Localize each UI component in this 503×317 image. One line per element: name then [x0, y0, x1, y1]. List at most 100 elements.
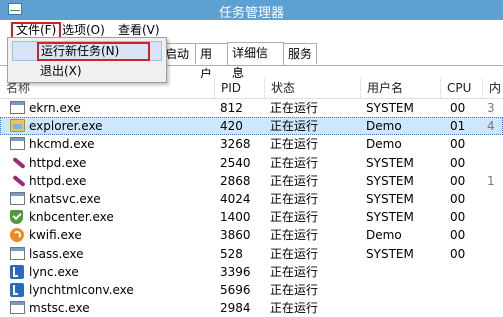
process-name: mstsc.exe	[29, 301, 90, 316]
window-icon	[10, 101, 25, 114]
process-user: SYSTEM	[366, 246, 414, 261]
table-row[interactable]: lsass.exe 528 正在运行 SYSTEM 00	[0, 245, 503, 263]
table-row[interactable]: httpd.exe 2540 正在运行 SYSTEM 00	[0, 154, 503, 172]
table-row[interactable]: hkcmd.exe 3268 正在运行 Demo 00	[0, 135, 503, 153]
process-user: SYSTEM	[366, 173, 414, 188]
process-user: Demo	[366, 119, 402, 134]
process-list: ekrn.exe 812 正在运行 SYSTEM 00 3 explorer.exe 420 正…	[0, 99, 503, 317]
process-cpu: 00	[450, 246, 466, 261]
process-pid: 3860	[220, 228, 251, 243]
process-pid: 528	[220, 246, 243, 261]
process-cpu: 01	[450, 119, 466, 134]
process-pid: 2868	[220, 173, 251, 188]
process-pid: 1400	[220, 210, 251, 225]
process-cpu: 00	[450, 137, 466, 152]
tab-users[interactable]: 用户	[195, 43, 228, 81]
window-icon	[10, 191, 25, 205]
process-cpu	[450, 281, 482, 299]
process-status: 正在运行	[270, 155, 319, 170]
table-row[interactable]: knatsvc.exe 4024 正在运行 SYSTEM 00	[0, 190, 503, 208]
process-user	[366, 299, 440, 317]
process-name: lynchtmlconv.exe	[29, 282, 134, 297]
process-name: ekrn.exe	[29, 101, 81, 115]
table-row[interactable]: lynchtmlconv.exe 5696 正在运行	[0, 281, 503, 299]
process-name: lsass.exe	[29, 246, 84, 261]
process-pid: 2540	[220, 155, 251, 170]
process-cpu	[450, 299, 482, 317]
process-memory	[487, 190, 503, 208]
apache-feather-icon	[10, 156, 24, 170]
wifi-icon	[10, 228, 24, 243]
process-pid: 812	[220, 101, 243, 115]
process-cpu	[450, 263, 482, 281]
process-status: 正在运行	[270, 173, 319, 188]
process-status: 正在运行	[270, 282, 319, 297]
lync-icon	[10, 282, 24, 297]
process-pid: 4024	[220, 191, 251, 206]
column-header-user[interactable]: 用户名	[360, 78, 440, 98]
process-user: SYSTEM	[366, 101, 414, 115]
process-pid: 420	[220, 119, 243, 134]
process-status: 正在运行	[270, 301, 319, 316]
process-status: 正在运行	[270, 264, 319, 279]
window-icon	[10, 137, 25, 151]
process-name: hkcmd.exe	[29, 137, 95, 152]
process-pid: 5696	[220, 282, 251, 297]
menu-item-run-new-task[interactable]: 运行新任务(N)	[12, 41, 162, 61]
process-pid: 3268	[220, 137, 251, 152]
process-memory	[487, 154, 503, 172]
process-memory	[487, 208, 503, 226]
column-header-memory[interactable]: 内	[482, 78, 503, 98]
table-row[interactable]: explorer.exe 420 正在运行 Demo 01 4	[0, 117, 503, 136]
process-user: SYSTEM	[366, 210, 414, 225]
table-row[interactable]: lync.exe 3396 正在运行	[0, 263, 503, 281]
column-header-pid[interactable]: PID	[214, 78, 264, 98]
process-status: 正在运行	[270, 191, 319, 206]
process-user: Demo	[366, 137, 402, 152]
process-pid: 3396	[220, 264, 251, 279]
process-name: httpd.exe	[29, 155, 87, 170]
process-memory	[487, 226, 503, 244]
tab-services[interactable]: 服务	[283, 43, 317, 64]
table-row[interactable]: knbcenter.exe 1400 正在运行 SYSTEM 00	[0, 208, 503, 226]
green-shield-icon	[10, 210, 23, 225]
process-status: 正在运行	[270, 210, 319, 225]
process-memory	[487, 299, 503, 317]
process-user	[366, 281, 440, 299]
table-row[interactable]: ekrn.exe 812 正在运行 SYSTEM 00 3	[0, 99, 503, 117]
process-status: 正在运行	[270, 246, 319, 261]
process-memory	[487, 281, 503, 299]
table-row[interactable]: httpd.exe 2868 正在运行 SYSTEM 00 1	[0, 172, 503, 190]
lync-icon	[10, 264, 24, 279]
process-name: explorer.exe	[29, 119, 103, 134]
process-pid: 2984	[220, 301, 251, 316]
process-user: SYSTEM	[366, 155, 414, 170]
process-user	[366, 263, 440, 281]
table-row[interactable]: kwifi.exe 3860 正在运行 Demo 00	[0, 226, 503, 244]
process-cpu: 00	[450, 173, 466, 188]
process-status: 正在运行	[270, 119, 319, 134]
column-header-status[interactable]: 状态	[264, 78, 360, 98]
process-name: knbcenter.exe	[29, 210, 114, 225]
column-header-cpu[interactable]: CPU	[440, 78, 482, 98]
process-name: knatsvc.exe	[29, 191, 101, 206]
process-status: 正在运行	[270, 137, 319, 152]
process-memory	[487, 263, 503, 281]
window-icon	[10, 301, 25, 315]
menu-item-exit[interactable]: 退出(X)	[12, 62, 162, 82]
process-memory: 3	[487, 101, 495, 115]
process-cpu: 00	[450, 155, 466, 170]
table-row[interactable]: mstsc.exe 2984 正在运行	[0, 299, 503, 317]
apache-feather-icon	[10, 174, 24, 188]
tab-details[interactable]: 详细信息	[227, 42, 284, 80]
process-name: httpd.exe	[29, 173, 87, 188]
process-memory: 1	[487, 173, 495, 188]
process-memory	[487, 245, 503, 263]
process-cpu: 00	[450, 191, 466, 206]
process-memory	[487, 135, 503, 153]
process-memory: 4	[487, 119, 495, 134]
process-status: 正在运行	[270, 228, 319, 243]
process-user: Demo	[366, 228, 402, 243]
process-name: kwifi.exe	[29, 228, 82, 243]
process-status: 正在运行	[270, 101, 319, 115]
